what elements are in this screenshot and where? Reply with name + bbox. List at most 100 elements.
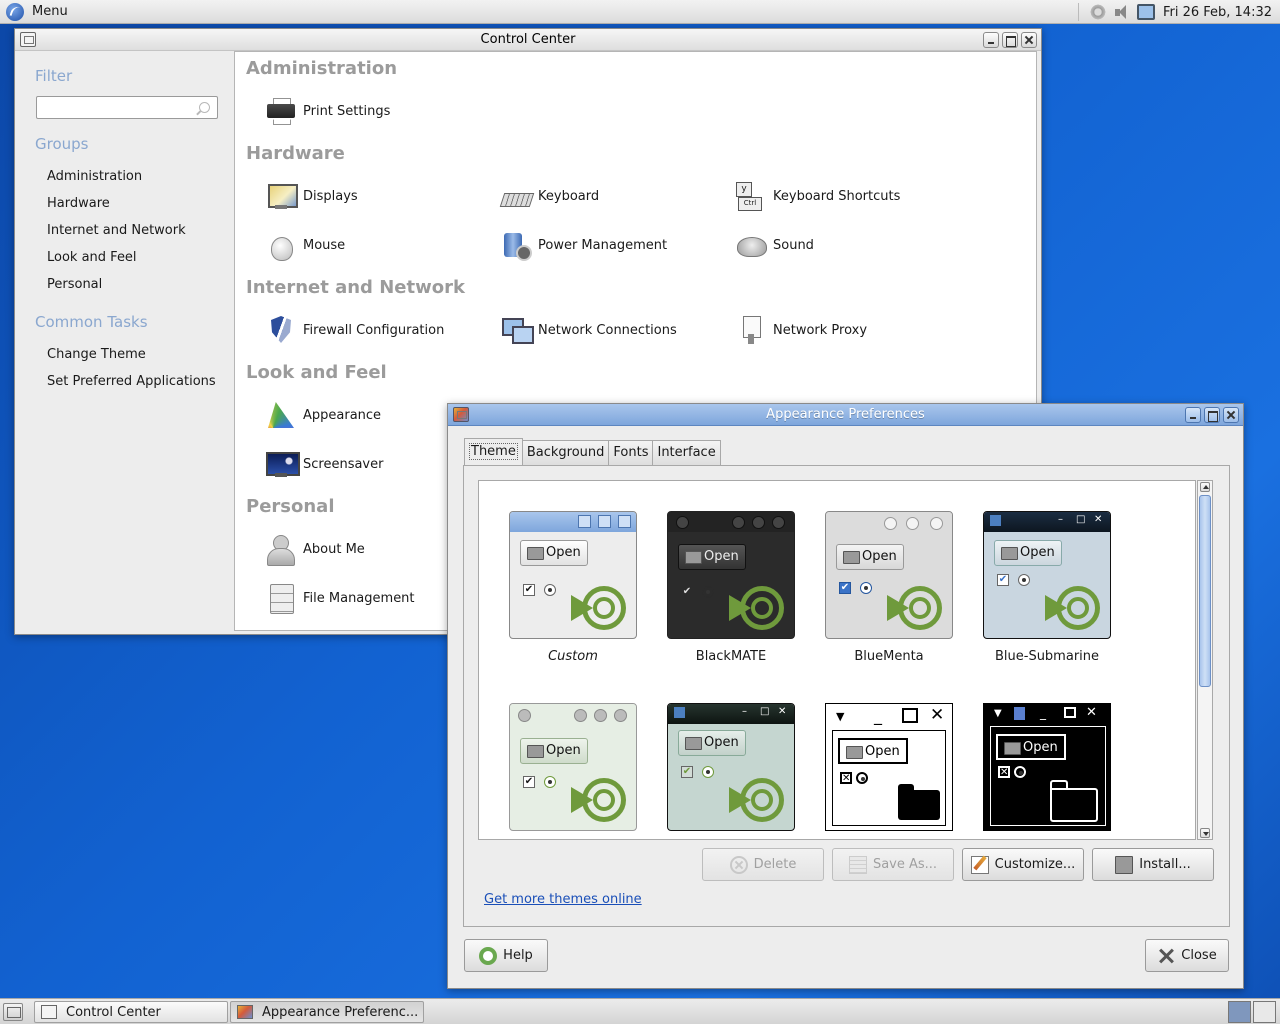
tab-theme[interactable]: Theme — [464, 438, 523, 465]
appearance-titlebar[interactable]: Appearance Preferences — [448, 404, 1243, 426]
applet-appearance[interactable]: Appearance — [265, 399, 381, 431]
applet-screensaver[interactable]: Screensaver — [265, 448, 383, 480]
applet-power-management[interactable]: Power Management — [500, 229, 667, 261]
sidebar-item-personal[interactable]: Personal — [47, 277, 102, 292]
appearance-icon — [265, 399, 297, 431]
maximize-button[interactable] — [1002, 32, 1018, 48]
close-button[interactable] — [1021, 32, 1037, 48]
install-button[interactable]: Install... — [1092, 848, 1214, 881]
preview-checkbox: ✕ — [998, 766, 1010, 778]
applet-print-settings[interactable]: Print Settings — [265, 95, 390, 127]
control-center-titlebar[interactable]: Control Center — [15, 29, 1041, 51]
theme-item-teal[interactable]: – □ ✕ Open ✔ — [667, 703, 795, 839]
mate-logo-icon — [887, 586, 942, 630]
customize-label: Customize... — [994, 857, 1076, 872]
applet-network-connections[interactable]: Network Connections — [500, 314, 677, 346]
applet-keyboard-shortcuts[interactable]: Keyboard Shortcuts — [735, 180, 900, 212]
sidebar-item-internet-network[interactable]: Internet and Network — [47, 223, 186, 238]
close-dialog-button[interactable]: Close — [1145, 939, 1229, 972]
keyboard-icon — [500, 180, 532, 212]
preview-minimize-icon: – — [1058, 514, 1063, 525]
preview-checkbox: ✔ — [839, 582, 851, 594]
filter-input[interactable] — [41, 98, 191, 118]
theme-item-bluementa[interactable]: Open ✔ BlueMenta — [825, 511, 953, 671]
show-desktop-icon[interactable] — [3, 1003, 23, 1021]
theme-list[interactable]: Open ✔ Custom Open ✔ BlackMATE Open ✔ Bl… — [478, 480, 1196, 840]
scroll-down-arrow-icon[interactable] — [1200, 828, 1210, 838]
theme-item-menta[interactable]: Open ✔ — [509, 703, 637, 839]
sidebar-item-look-feel[interactable]: Look and Feel — [47, 250, 137, 265]
preview-open-button: Open — [678, 544, 746, 570]
file-management-icon — [265, 582, 297, 614]
preview-open-button: Open — [994, 540, 1062, 566]
applet-mouse[interactable]: Mouse — [265, 229, 345, 261]
minimize-button[interactable] — [1185, 407, 1201, 423]
theme-name: Blue-Submarine — [994, 649, 1100, 664]
help-label: Help — [503, 948, 533, 963]
get-more-themes-link[interactable]: Get more themes online — [484, 892, 642, 907]
delete-button[interactable]: Delete — [702, 848, 824, 881]
mate-logo-icon — [729, 586, 784, 630]
workspace-2[interactable] — [1253, 1001, 1276, 1023]
menu-button[interactable]: Menu — [0, 0, 74, 24]
gear-icon[interactable] — [1088, 4, 1107, 20]
applet-sound[interactable]: Sound — [735, 229, 814, 261]
preview-minimize-icon — [578, 515, 591, 528]
applet-displays[interactable]: Displays — [265, 180, 358, 212]
scroll-up-arrow-icon[interactable] — [1200, 482, 1210, 492]
preview-maximize-icon — [902, 708, 918, 723]
help-button[interactable]: Help — [464, 939, 548, 972]
search-icon[interactable] — [196, 100, 212, 116]
close-button[interactable] — [1223, 407, 1239, 423]
theme-item-blackmate[interactable]: Open ✔ BlackMATE — [667, 511, 795, 671]
network-icon[interactable] — [1136, 4, 1155, 20]
tab-fonts[interactable]: Fonts — [608, 440, 654, 465]
applet-label: File Management — [303, 590, 415, 606]
taskbar-item-control-center[interactable]: Control Center — [34, 1001, 228, 1023]
task-set-preferred-applications[interactable]: Set Preferred Applications — [47, 374, 216, 389]
taskbar-item-appearance[interactable]: Appearance Preferenc... — [230, 1001, 424, 1023]
applet-firewall-configuration[interactable]: Firewall Configuration — [265, 314, 444, 346]
save-as-button[interactable]: Save As... — [832, 848, 954, 881]
tab-background[interactable]: Background — [521, 440, 610, 465]
clock[interactable]: Fri 26 Feb, 14:32 — [1161, 5, 1272, 20]
network-connections-icon — [500, 314, 534, 346]
workspace-1[interactable] — [1228, 1001, 1251, 1023]
tab-interface[interactable]: Interface — [652, 440, 721, 465]
task-change-theme[interactable]: Change Theme — [47, 347, 146, 362]
theme-list-scrollbar[interactable] — [1197, 480, 1213, 840]
delete-label: Delete — [753, 857, 797, 872]
maximize-button[interactable] — [1204, 407, 1220, 423]
theme-item-custom[interactable]: Open ✔ Custom — [509, 511, 637, 671]
theme-item-high-contrast[interactable]: ▼ _ ✕ Open ✕ — [825, 703, 953, 839]
mate-logo-icon — [571, 778, 626, 822]
preview-titlebar: ▼ _ ✕ — [984, 704, 1110, 726]
applet-label: Keyboard Shortcuts — [773, 188, 901, 204]
volume-icon[interactable] — [1113, 4, 1131, 20]
filter-field[interactable] — [36, 96, 218, 119]
close-icon — [1157, 947, 1175, 965]
preview-maximize-icon — [752, 516, 765, 529]
task-label: Appearance Preferenc... — [262, 1004, 419, 1020]
preview-checkbox: ✕ — [840, 772, 852, 784]
customize-button[interactable]: Customize... — [962, 848, 1084, 881]
applet-label: Print Settings — [303, 103, 391, 119]
applet-file-management[interactable]: File Management — [265, 582, 415, 614]
sidebar-item-administration[interactable]: Administration — [47, 169, 142, 184]
window-title: Appearance Preferences — [766, 407, 925, 422]
theme-name: BlackMATE — [695, 649, 767, 664]
applet-network-proxy[interactable]: Network Proxy — [735, 314, 867, 346]
filter-heading: Filter — [35, 67, 73, 85]
preview-maximize-icon — [594, 709, 607, 722]
sidebar-item-hardware[interactable]: Hardware — [47, 196, 110, 211]
appearance-window-icon[interactable] — [453, 407, 469, 422]
applet-about-me[interactable]: About Me — [265, 533, 365, 566]
workspace-switcher[interactable] — [1228, 1001, 1276, 1023]
theme-item-high-contrast-inverse[interactable]: ▼ _ ✕ Open ✕ — [983, 703, 1111, 839]
minimize-button[interactable] — [983, 32, 999, 48]
control-center-window-icon[interactable] — [20, 32, 36, 47]
applet-keyboard[interactable]: Keyboard — [500, 180, 599, 212]
theme-item-blue-submarine[interactable]: – □ ✕ Open ✔ Blue-Submarine — [983, 511, 1111, 671]
preview-titlebar — [826, 512, 952, 532]
scrollbar-thumb[interactable] — [1199, 495, 1211, 687]
